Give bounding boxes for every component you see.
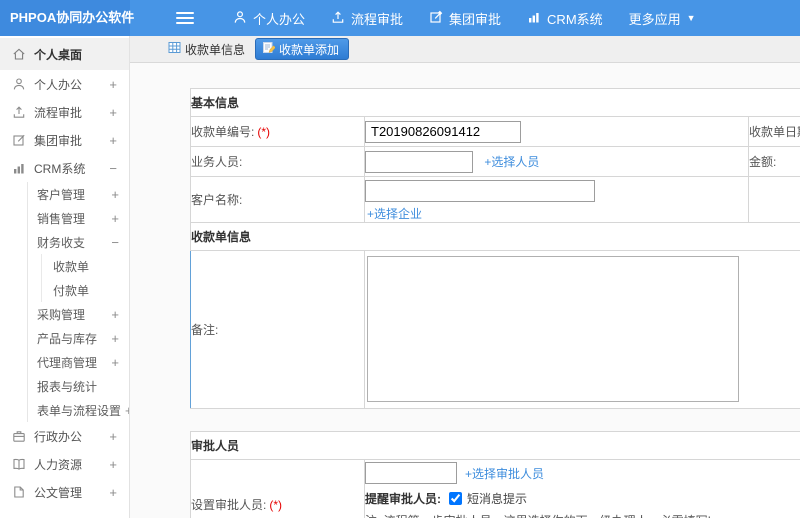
nav-more-apps[interactable]: 更多应用 ▼ [616,0,709,36]
remind-approver-label: 提醒审批人员: [365,491,441,506]
sidebar-item-personal-desktop[interactable]: 个人桌面 [0,38,129,70]
sidebar-item-personal-office[interactable]: 个人办公 + [0,70,129,98]
tab-bar: 收款单信息 收款单添加 [130,36,800,63]
user-icon [233,10,253,27]
section-title-approval: 审批人员 [189,431,800,460]
required-mark: (*) [257,125,271,139]
expand-toggle[interactable]: + [105,457,117,472]
hamburger-icon[interactable] [176,12,194,24]
chart-icon [527,10,547,27]
receipt-date-label: 收款单日期: [748,116,800,147]
remark-label: 备注: [190,250,365,409]
sidebar-item-admin-office[interactable]: 行政办公 + [0,422,129,450]
required-mark: (*) [269,498,283,512]
salesperson-label: 业务人员: [190,146,365,177]
top-nav: 个人办公 流程审批 集团审批 CRM系统 更多应用 ▼ [220,0,709,36]
receipt-no-input[interactable] [365,120,521,143]
flow-icon [12,105,26,119]
section-title-receipt: 收款单信息 [189,222,800,251]
amount-label: 金额: [748,146,800,177]
sidebar-item-payment[interactable]: 付款单 [42,278,129,302]
sidebar-item-hr[interactable]: 人力资源 + [0,450,129,478]
sidebar-item-document-mgmt[interactable]: 公文管理 + [0,478,129,506]
expand-toggle[interactable]: + [107,211,119,226]
sidebar-item-crm-system[interactable]: CRM系统 − [0,154,129,182]
chart-icon [12,161,26,175]
approver-input[interactable] [365,462,457,484]
book-icon [12,457,26,471]
collapse-toggle[interactable]: − [105,161,117,176]
expand-toggle[interactable]: + [107,331,119,346]
basic-info-section: 基本信息 收款单编号:(*) 收款单日期: 业务人员: +选择人员 金额: [189,88,800,223]
sidebar-item-workflow-approval[interactable]: 流程审批 + [0,98,129,126]
sidebar-item-sales-mgmt[interactable]: 销售管理 + [28,206,129,230]
tab-receipt-add[interactable]: 收款单添加 [255,38,350,60]
main-content: 基本信息 收款单编号:(*) 收款单日期: 业务人员: +选择人员 金额: [130,63,800,518]
expand-toggle[interactable]: + [107,307,119,322]
expand-toggle[interactable]: + [107,187,119,202]
sidebar-item-receipt[interactable]: 收款单 [42,254,129,278]
nav-workflow-approval[interactable]: 流程审批 [318,0,416,36]
sidebar-item-purchase-mgmt[interactable]: 采购管理 + [28,302,129,326]
select-person-link[interactable]: +选择人员 [484,155,539,169]
doc-icon [12,485,26,499]
sidebar-item-form-flow-settings[interactable]: 表单与流程设置 + [28,398,129,422]
section-title-basic: 基本信息 [189,88,800,117]
nav-group-approval[interactable]: 集团审批 [416,0,514,36]
expand-toggle[interactable]: + [105,429,117,444]
approval-note: 注: 流程第一步审批人员，这里选择你的下一级办理人，必需填写! [365,512,800,518]
expand-toggle[interactable]: + [107,355,119,370]
user-icon [12,77,26,91]
edit-icon [12,133,26,147]
set-approver-label: 设置审批人员: (*) [190,459,365,518]
app-logo: PHPOA协同办公软件 [0,0,134,36]
nav-personal-office[interactable]: 个人办公 [220,0,318,36]
salesperson-input [365,150,473,173]
nav-crm-system[interactable]: CRM系统 [514,0,616,36]
home-icon [12,47,26,61]
collapse-toggle[interactable]: − [107,235,119,250]
expand-toggle[interactable]: + [105,105,117,120]
finance-submenu: 收款单 付款单 [41,254,129,302]
sidebar-item-group-approval[interactable]: 集团审批 + [0,126,129,154]
select-company-link[interactable]: +选择企业 [367,205,748,222]
expand-toggle[interactable]: + [121,403,129,418]
caret-down-icon: ▼ [686,13,696,23]
sms-notify-label: 短消息提示 [467,491,528,506]
customer-name-label: 客户名称: [190,176,365,223]
receipt-info-section: 收款单信息 备注: [189,222,800,409]
sidebar-item-finance[interactable]: 财务收支 − [28,230,129,254]
expand-toggle[interactable]: + [105,133,117,148]
sidebar-item-customer-mgmt[interactable]: 客户管理 + [28,182,129,206]
crm-submenu: 客户管理 + 销售管理 + 财务收支 − 收款单 付款单 采购管理 + 产品与库… [27,182,129,422]
edit-icon [429,10,449,27]
sms-notify-checkbox[interactable] [449,491,462,505]
approval-section: 审批人员 设置审批人员:(*) +选择审批人员 提醒审批人员: 短消息提示 注: [189,431,800,518]
tab-receipt-info[interactable]: 收款单信息 [168,41,245,58]
form-add-icon [262,41,279,57]
receipt-add-form: 基本信息 收款单编号:(*) 收款单日期: 业务人员: +选择人员 金额: [189,88,800,518]
remark-textarea[interactable] [367,256,739,402]
table-icon [168,41,185,57]
receipt-no-label: 收款单编号: (*) [190,116,365,147]
select-approver-link[interactable]: +选择审批人员 [465,465,544,482]
sidebar-item-reports[interactable]: 报表与统计 [28,374,129,398]
briefcase-icon [12,429,26,443]
sidebar: 个人桌面 个人办公 + 流程审批 + 集团审批 + CRM系统 − 客户管理 +… [0,36,130,518]
customer-name-input[interactable] [365,179,595,202]
sidebar-item-product-inventory[interactable]: 产品与库存 + [28,326,129,350]
app-header: PHPOA协同办公软件 个人办公 流程审批 集团审批 CRM系统 更多应用 ▼ [0,0,800,36]
flow-icon [331,10,351,27]
expand-toggle[interactable]: + [105,485,117,500]
sidebar-item-agent-mgmt[interactable]: 代理商管理 + [28,350,129,374]
expand-toggle[interactable]: + [105,77,117,92]
